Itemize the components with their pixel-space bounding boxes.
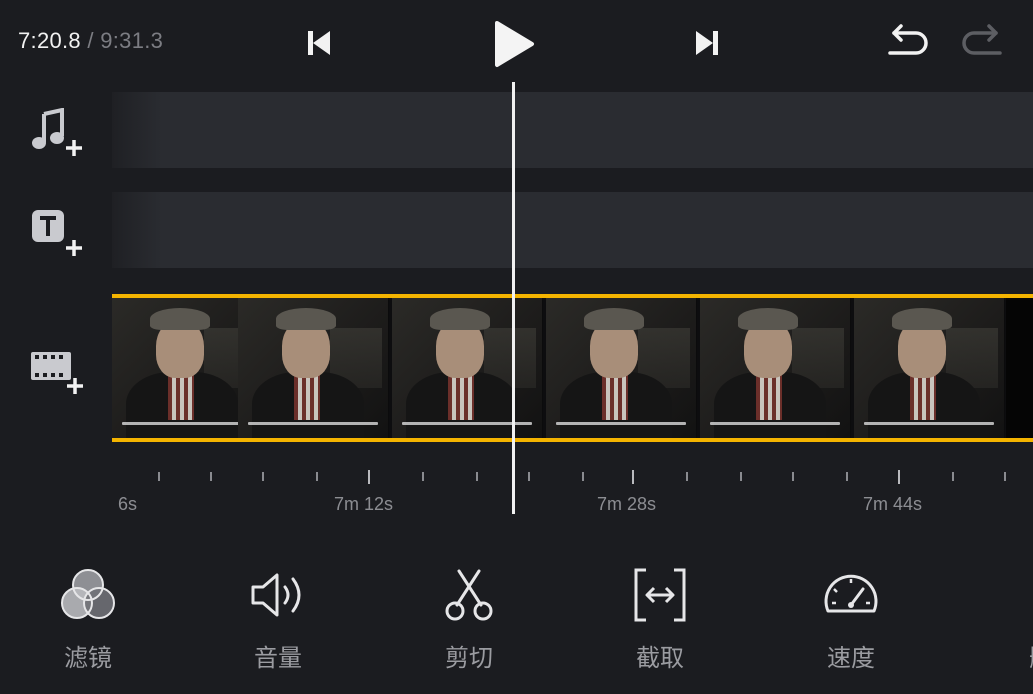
- speed-label: 速度: [827, 645, 875, 672]
- skip-back-button[interactable]: [298, 22, 340, 64]
- skip-forward-button[interactable]: [686, 22, 728, 64]
- time-separator: /: [87, 28, 94, 53]
- ruler-label: 7m 12s: [334, 494, 394, 514]
- skip-back-icon: [308, 31, 330, 55]
- scissors-icon: [445, 569, 493, 621]
- redo-button[interactable]: [956, 20, 1010, 66]
- trim-button[interactable]: 截取: [605, 564, 715, 673]
- speedometer-icon: [824, 574, 878, 613]
- current-time: 7:20.8: [18, 28, 81, 53]
- add-text-button[interactable]: [24, 204, 88, 260]
- play-button[interactable]: [486, 16, 540, 72]
- ruler-label: 6s: [118, 494, 138, 514]
- trim-label: 截取: [636, 645, 684, 672]
- cut-button[interactable]: 剪切: [414, 564, 524, 673]
- add-music-icon: [32, 108, 82, 156]
- total-time: 9:31.3: [100, 28, 164, 53]
- playhead[interactable]: [512, 82, 515, 514]
- music-track[interactable]: [112, 92, 1033, 168]
- video-frame-thumbnail: [700, 298, 851, 438]
- delete-label: 删: [1029, 638, 1033, 673]
- add-clip-button[interactable]: [24, 342, 88, 398]
- undo-icon: [888, 24, 928, 55]
- black-frame: [1006, 298, 1033, 438]
- filter-button[interactable]: 滤镜: [33, 564, 143, 673]
- filter-icon: [61, 569, 115, 619]
- add-text-icon: [32, 210, 82, 256]
- delete-button[interactable]: 删: [986, 564, 1033, 673]
- play-icon: [495, 21, 534, 67]
- ruler-label: 7m 28s: [597, 494, 657, 514]
- video-frame-thumbnail: [392, 298, 543, 438]
- ruler-label: 7m 44s: [863, 494, 923, 514]
- add-clip-icon: [31, 352, 83, 394]
- volume-label: 音量: [254, 645, 302, 672]
- cut-label: 剪切: [445, 645, 493, 672]
- undo-button[interactable]: [880, 20, 934, 66]
- redo-icon: [962, 24, 1002, 55]
- time-display: 7:20.8 / 9:31.3: [18, 28, 163, 54]
- text-track[interactable]: [112, 192, 1033, 268]
- volume-icon: [251, 573, 301, 617]
- volume-button[interactable]: 音量: [223, 564, 333, 673]
- skip-forward-icon: [696, 31, 718, 55]
- video-clip-strip[interactable]: [112, 294, 1033, 442]
- trash-icon: [1011, 566, 1033, 624]
- video-frame-thumbnail: [238, 298, 389, 438]
- speed-button[interactable]: 速度: [796, 564, 906, 673]
- trim-icon: [634, 568, 686, 622]
- video-frame-thumbnail: [854, 298, 1005, 438]
- add-music-button[interactable]: [24, 104, 88, 160]
- filter-label: 滤镜: [64, 645, 112, 672]
- video-frame-thumbnail: [546, 298, 697, 438]
